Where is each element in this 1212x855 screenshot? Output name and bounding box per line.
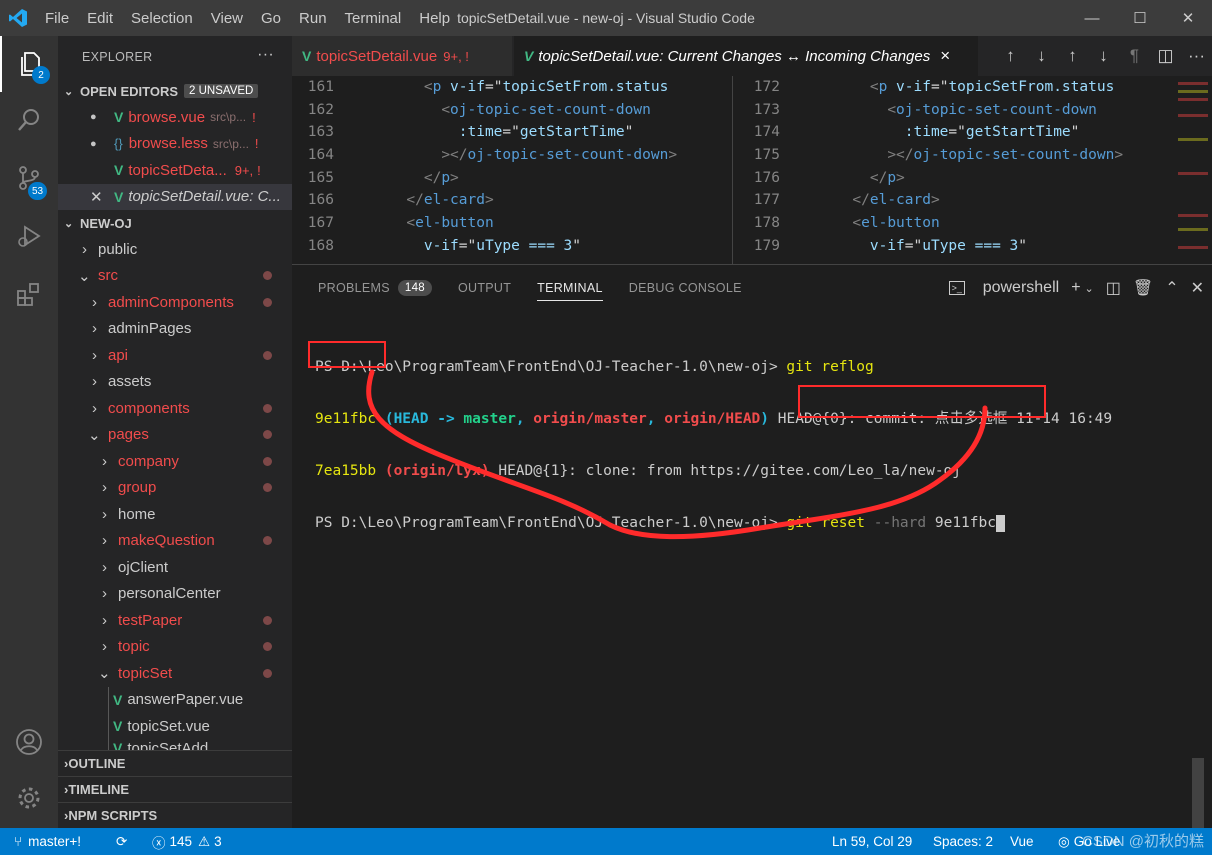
branch-label: master+! — [28, 834, 82, 849]
error-count: 145 — [169, 834, 193, 849]
status-bar: ⑂ master+! ⟳ ⓧ 145 ⚠ 3 Ln 59, Col 29 Spaces:… — [0, 828, 1212, 855]
error-icon: ⓧ — [152, 835, 166, 851]
indentation[interactable]: Spaces: 2 — [933, 828, 993, 855]
watermark: CSDN @初秋的糕 — [1082, 833, 1204, 850]
warning-icon: ⚠ — [198, 833, 211, 849]
sync-icon[interactable]: ⟳ — [116, 828, 127, 855]
cursor-position[interactable]: Ln 59, Col 29 — [832, 828, 912, 855]
broadcast-icon: ◎ — [1058, 833, 1070, 849]
git-branch-icon: ⑂ — [14, 834, 23, 849]
terminal-scrollbar[interactable] — [1192, 758, 1204, 828]
problems-indicator[interactable]: ⓧ 145 ⚠ 3 — [152, 828, 222, 855]
annotation-arrow — [366, 369, 988, 540]
warning-count: 3 — [214, 834, 222, 849]
branch-indicator[interactable]: ⑂ master+! — [14, 828, 81, 855]
language-mode[interactable]: Vue — [1010, 828, 1034, 855]
